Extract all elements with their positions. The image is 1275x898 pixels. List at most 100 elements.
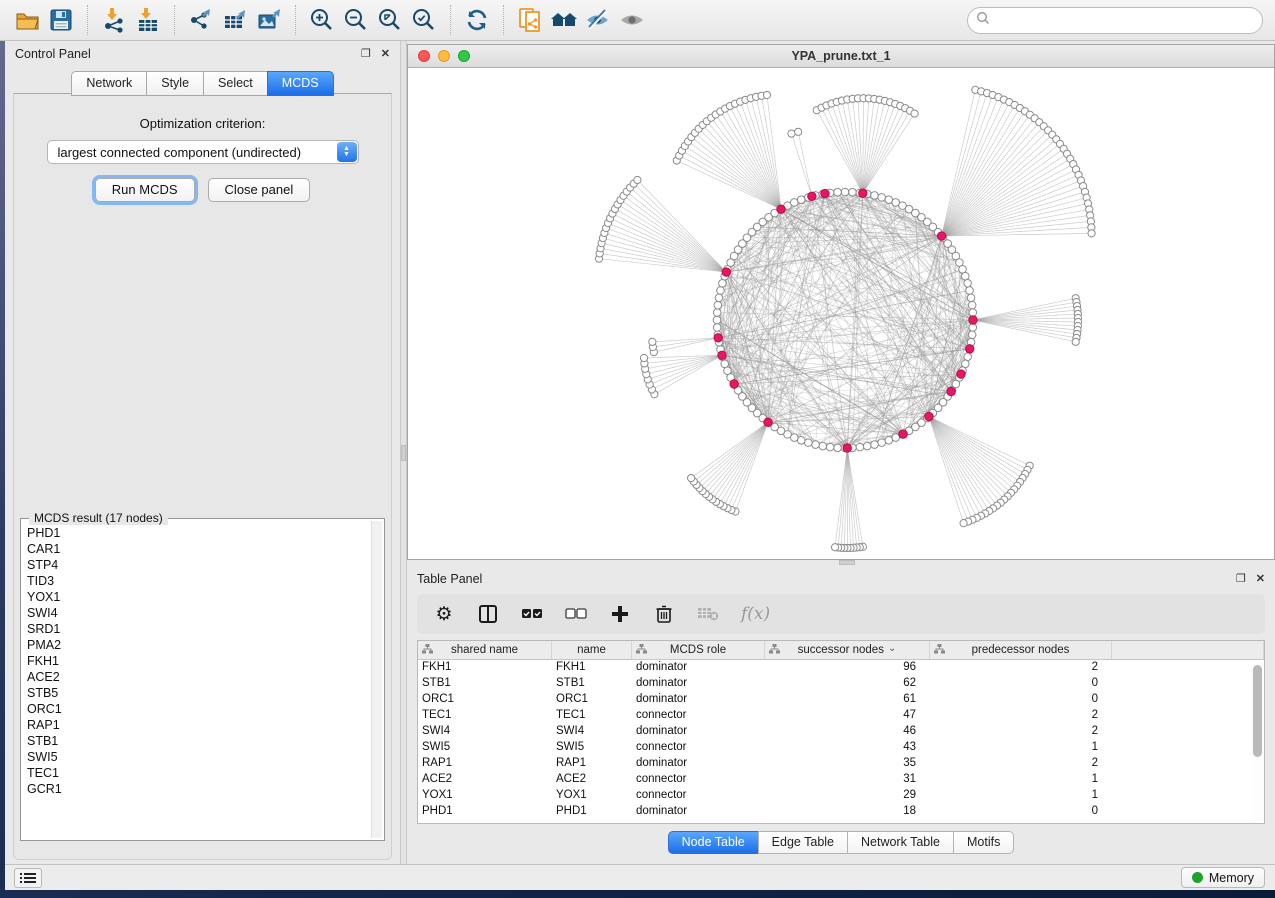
- mcds-result-item[interactable]: FKH1: [27, 653, 370, 669]
- mcds-result-item[interactable]: GCR1: [27, 781, 370, 797]
- mcds-result-item[interactable]: STP4: [27, 557, 370, 573]
- table-row[interactable]: ACE2ACE2connector311: [418, 772, 1250, 788]
- save-session-icon[interactable]: [44, 3, 78, 37]
- cell-MCDS-role[interactable]: dominator: [632, 692, 765, 708]
- table-scrollbar[interactable]: [1251, 661, 1263, 822]
- cell-name[interactable]: SWI4: [552, 724, 632, 740]
- cell-MCDS-role[interactable]: connector: [632, 772, 765, 788]
- mcds-result-item[interactable]: PMA2: [27, 637, 370, 653]
- table-row[interactable]: SWI4SWI4dominator462: [418, 724, 1250, 740]
- cell-name[interactable]: TEC1: [552, 708, 632, 724]
- table-row[interactable]: FKH1FKH1dominator962: [418, 660, 1250, 676]
- cell-name[interactable]: ACE2: [552, 772, 632, 788]
- cell-name[interactable]: STB1: [552, 676, 632, 692]
- zoom-fit-icon[interactable]: [373, 3, 407, 37]
- tab-style[interactable]: Style: [146, 71, 203, 96]
- mcds-result-list[interactable]: PHD1CAR1STP4TID3YOX1SWI4SRD1PMA2FKH1ACE2…: [27, 525, 370, 838]
- task-history-button[interactable]: [14, 868, 42, 888]
- cell-predecessor-nodes[interactable]: 0: [930, 676, 1112, 692]
- table-settings-icon[interactable]: ⚙: [433, 603, 455, 625]
- cell-MCDS-role[interactable]: connector: [632, 708, 765, 724]
- tab-select[interactable]: Select: [203, 71, 267, 96]
- cell-name[interactable]: ORC1: [552, 692, 632, 708]
- cell-successor-nodes[interactable]: 62: [765, 676, 930, 692]
- cell-successor-nodes[interactable]: 96: [765, 660, 930, 676]
- mcds-result-item[interactable]: PHD1: [27, 525, 370, 541]
- cell-successor-nodes[interactable]: 18: [765, 804, 930, 820]
- float-panel-icon[interactable]: ❐: [1236, 574, 1246, 585]
- optimization-select[interactable]: largest connected component (undirected)…: [47, 140, 359, 164]
- cell-successor-nodes[interactable]: 47: [765, 708, 930, 724]
- cell-shared-name[interactable]: ACE2: [418, 772, 552, 788]
- search-box[interactable]: [967, 7, 1263, 34]
- tab-motifs[interactable]: Motifs: [953, 831, 1014, 854]
- cell-shared-name[interactable]: ORC1: [418, 692, 552, 708]
- hide-selected-icon[interactable]: [581, 3, 615, 37]
- first-neighbors-icon[interactable]: [547, 3, 581, 37]
- cell-name[interactable]: PHD1: [552, 804, 632, 820]
- memory-button[interactable]: Memory: [1181, 867, 1265, 888]
- scrollbar-thumb[interactable]: [1253, 665, 1262, 757]
- cell-MCDS-role[interactable]: dominator: [632, 676, 765, 692]
- export-network-icon[interactable]: [184, 3, 218, 37]
- column-header-shared-name[interactable]: shared name: [418, 641, 552, 659]
- mcds-result-item[interactable]: TEC1: [27, 765, 370, 781]
- mcds-result-item[interactable]: STB1: [27, 733, 370, 749]
- cell-shared-name[interactable]: FKH1: [418, 660, 552, 676]
- splitter-grip[interactable]: [401, 445, 406, 461]
- table-row[interactable]: YOX1YOX1connector291: [418, 788, 1250, 804]
- network-window-titlebar[interactable]: YPA_prune.txt_1: [408, 45, 1274, 68]
- open-session-icon[interactable]: [10, 3, 44, 37]
- cell-MCDS-role[interactable]: dominator: [632, 756, 765, 772]
- cell-shared-name[interactable]: SWI5: [418, 740, 552, 756]
- cell-successor-nodes[interactable]: 43: [765, 740, 930, 756]
- cell-shared-name[interactable]: TEC1: [418, 708, 552, 724]
- mcds-result-item[interactable]: TID3: [27, 573, 370, 589]
- table-row[interactable]: TEC1TEC1connector472: [418, 708, 1250, 724]
- tab-node-table[interactable]: Node Table: [668, 831, 758, 854]
- cell-predecessor-nodes[interactable]: 1: [930, 772, 1112, 788]
- network-canvas[interactable]: [408, 68, 1274, 559]
- tab-network[interactable]: Network: [71, 71, 146, 96]
- import-network-icon[interactable]: [97, 3, 131, 37]
- cell-shared-name[interactable]: STB1: [418, 676, 552, 692]
- vertical-splitter[interactable]: [400, 41, 407, 864]
- tab-edge-table[interactable]: Edge Table: [758, 831, 847, 854]
- cell-successor-nodes[interactable]: 31: [765, 772, 930, 788]
- mcds-result-item[interactable]: CAR1: [27, 541, 370, 557]
- mcds-result-item[interactable]: RAP1: [27, 717, 370, 733]
- deselect-all-icon[interactable]: [565, 603, 587, 625]
- cell-successor-nodes[interactable]: 35: [765, 756, 930, 772]
- search-input[interactable]: [996, 12, 1246, 29]
- tab-mcds[interactable]: MCDS: [267, 71, 334, 96]
- cell-successor-nodes[interactable]: 46: [765, 724, 930, 740]
- cell-MCDS-role[interactable]: connector: [632, 788, 765, 804]
- zoom-selected-icon[interactable]: [407, 3, 441, 37]
- cell-MCDS-role[interactable]: dominator: [632, 660, 765, 676]
- column-header-successor-nodes[interactable]: successor nodes⌄: [765, 641, 930, 659]
- delete-column-icon[interactable]: [653, 603, 675, 625]
- cell-MCDS-role[interactable]: connector: [632, 740, 765, 756]
- table-row[interactable]: RAP1RAP1dominator352: [418, 756, 1250, 772]
- cell-predecessor-nodes[interactable]: 2: [930, 756, 1112, 772]
- cell-name[interactable]: YOX1: [552, 788, 632, 804]
- column-header-predecessor-nodes[interactable]: predecessor nodes: [930, 641, 1112, 659]
- cell-name[interactable]: RAP1: [552, 756, 632, 772]
- mcds-result-item[interactable]: YOX1: [27, 589, 370, 605]
- export-image-icon[interactable]: [252, 3, 286, 37]
- tab-network-table[interactable]: Network Table: [847, 831, 953, 854]
- column-header-name[interactable]: name: [552, 641, 632, 659]
- float-panel-icon[interactable]: ❐: [361, 49, 371, 60]
- cell-predecessor-nodes[interactable]: 2: [930, 660, 1112, 676]
- close-panel-button[interactable]: Close panel: [208, 178, 311, 202]
- show-columns-icon[interactable]: [477, 603, 499, 625]
- table-row[interactable]: PHD1PHD1dominator180: [418, 804, 1250, 820]
- mcds-result-item[interactable]: SWI5: [27, 749, 370, 765]
- cell-successor-nodes[interactable]: 61: [765, 692, 930, 708]
- splitter-grip[interactable]: [839, 560, 855, 565]
- cell-MCDS-role[interactable]: dominator: [632, 724, 765, 740]
- mcds-result-item[interactable]: STB5: [27, 685, 370, 701]
- cell-predecessor-nodes[interactable]: 2: [930, 708, 1112, 724]
- show-all-icon[interactable]: [615, 3, 649, 37]
- zoom-in-icon[interactable]: [305, 3, 339, 37]
